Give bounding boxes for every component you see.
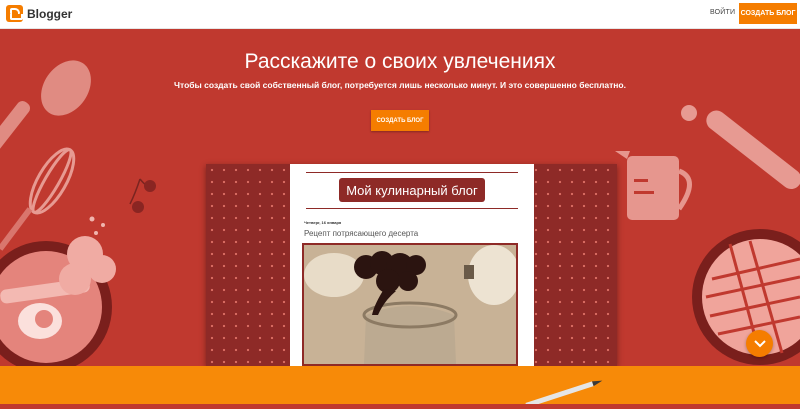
footer-band — [0, 366, 800, 408]
divider — [306, 208, 518, 209]
hero-subtitle: Чтобы создать свой собственный блог, пот… — [174, 80, 626, 90]
pencil-icon — [525, 380, 603, 408]
create-blog-button[interactable]: СОЗДАТЬ БЛОГ — [371, 110, 429, 131]
cherries-icon — [129, 178, 156, 213]
hero-title: Расскажите о своих увлечениях — [244, 50, 556, 73]
divider — [306, 172, 518, 173]
dessert-photo — [302, 243, 518, 366]
post-title: Рецепт потрясающего десерта — [304, 229, 419, 238]
create-blog-button-header[interactable]: СОЗДАТЬ БЛОГ — [739, 3, 797, 24]
dessert-image — [304, 245, 516, 364]
login-link[interactable]: ВОЙТИ — [710, 9, 735, 16]
blog-preview: Мой кулинарный блог Четверг, 16 января Р… — [206, 164, 617, 366]
blogger-logo[interactable]: Blogger — [6, 5, 72, 22]
preview-page: Мой кулинарный блог Четверг, 16 января Р… — [290, 164, 534, 366]
preview-blog-title: Мой кулинарный блог — [339, 178, 485, 202]
measuring-jug-icon — [615, 151, 692, 220]
scroll-down-button[interactable] — [746, 330, 773, 357]
chevron-down-icon — [753, 339, 766, 347]
blogger-logo-icon — [6, 5, 23, 22]
rolling-pin-icon — [681, 105, 800, 190]
post-date: Четверг, 16 января — [304, 220, 342, 225]
top-bar: Blogger ВОЙТИ СОЗДАТЬ БЛОГ — [0, 0, 800, 29]
brand-name: Blogger — [27, 6, 73, 21]
whisk-icon — [0, 147, 76, 251]
